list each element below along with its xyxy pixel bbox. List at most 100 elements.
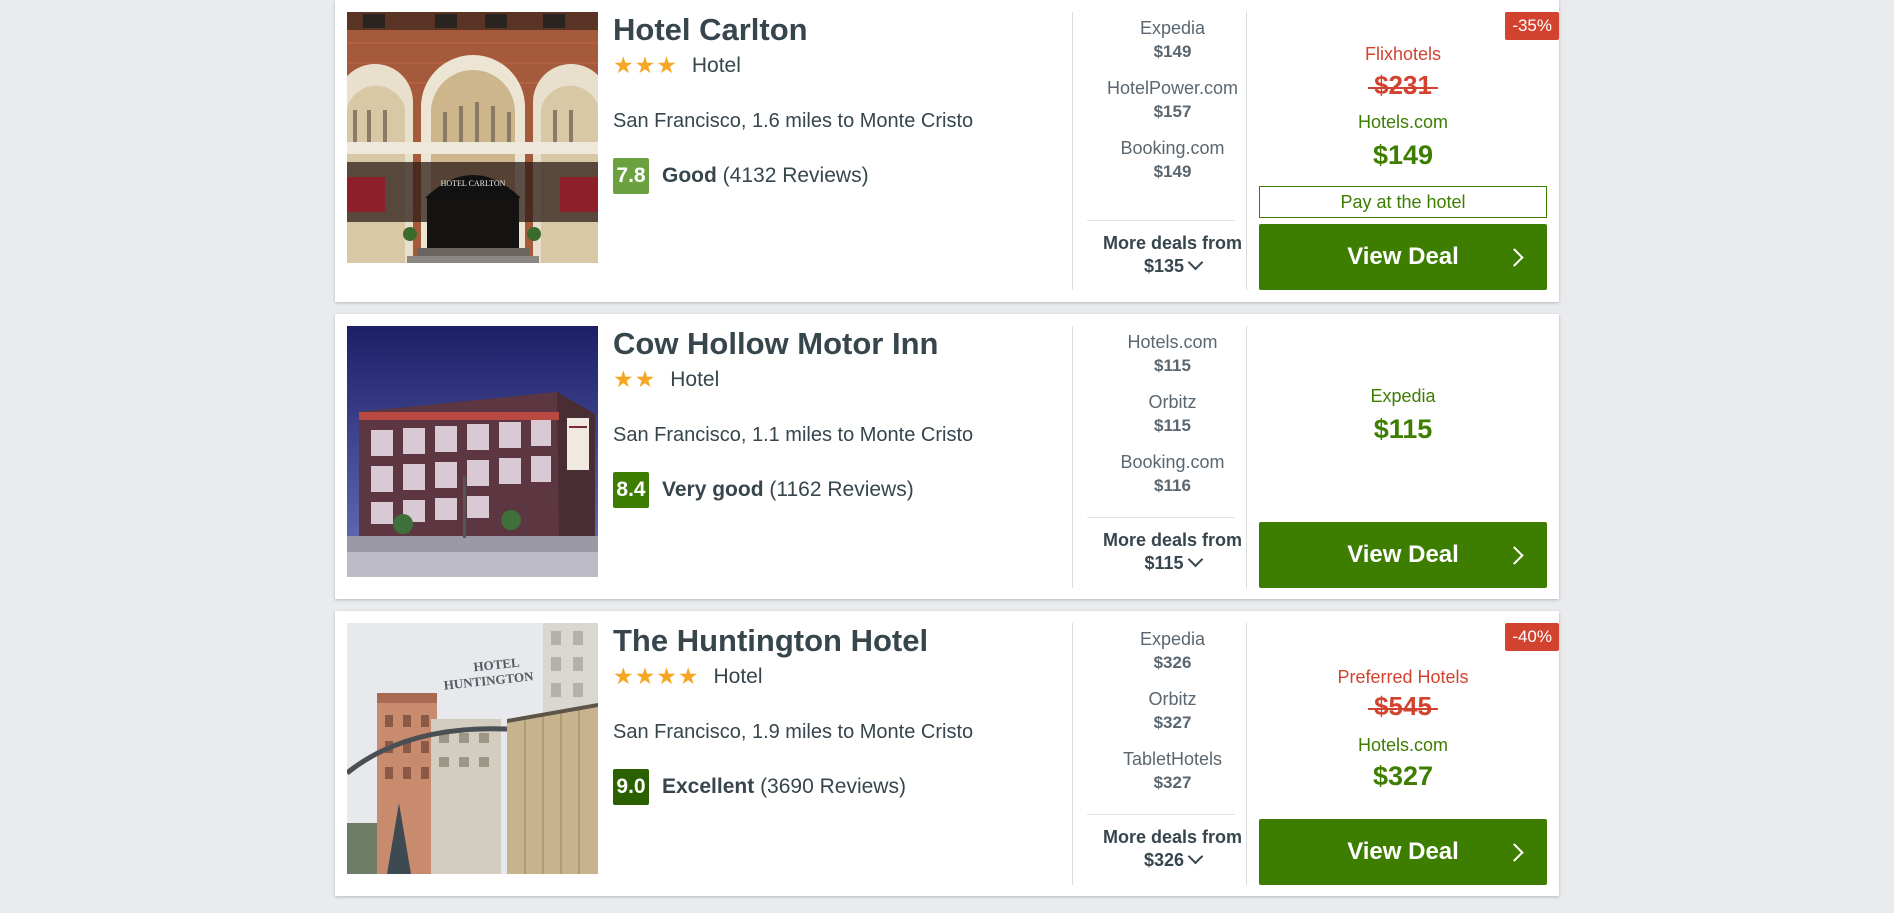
offer-item[interactable]: Orbitz $327	[1085, 689, 1260, 749]
hotel-rating[interactable]: 8.4 Very good (1162 Reviews)	[613, 472, 914, 508]
star-rating-icon: ★★★	[613, 52, 678, 78]
crossed-provider: Preferred Hotels	[1337, 667, 1469, 687]
more-deals-button[interactable]: More deals from $326	[1085, 826, 1260, 872]
huntington-photo: HOTEL HUNTINGTON	[347, 623, 598, 874]
hotel-type: Hotel	[713, 664, 763, 688]
view-deal-label: View Deal	[1347, 541, 1459, 568]
offer-provider: Booking.com	[1120, 452, 1225, 472]
offer-item[interactable]: Orbitz $115	[1085, 392, 1260, 452]
offer-item[interactable]: HotelPower.com $157	[1085, 78, 1260, 138]
offer-price: $115	[1154, 416, 1191, 435]
hotel-location[interactable]: San Francisco, 1.9 miles to Monte Cristo	[613, 721, 973, 744]
offer-item[interactable]: Hotels.com $115	[1085, 332, 1260, 392]
cow-hollow-photo	[347, 326, 598, 577]
hotel-location[interactable]: San Francisco, 1.1 miles to Monte Cristo	[613, 424, 973, 447]
offer-item[interactable]: Booking.com $116	[1085, 452, 1260, 512]
more-deals-button[interactable]: More deals from $115	[1085, 529, 1260, 575]
best-price: $149	[1372, 140, 1434, 170]
offer-price: $326	[1153, 653, 1192, 672]
chevron-down-icon	[1187, 551, 1203, 568]
hotel-type: Hotel	[670, 367, 720, 391]
discount-badge: -35%	[1505, 12, 1559, 40]
crossed-price-wrap: $231	[1259, 70, 1547, 101]
best-provider: Expedia	[1370, 386, 1436, 406]
column-divider	[1246, 326, 1247, 588]
hotel-info: Cow Hollow Motor Inn ★★ Hotel San Franci…	[613, 314, 1073, 616]
more-deals-label: More deals from	[1102, 530, 1243, 550]
rating-label: Very good	[662, 478, 764, 501]
hotel-class: ★★★ Hotel	[613, 52, 741, 79]
column-divider	[1246, 623, 1247, 885]
best-deal: -35% Flixhotels $231 Hotels.com $149 Pay…	[1259, 0, 1559, 302]
hotel-rating[interactable]: 9.0 Excellent (3690 Reviews)	[613, 769, 906, 805]
crossed-price: $231	[1368, 70, 1438, 101]
offer-price: $115	[1154, 356, 1191, 375]
rating-text: Very good (1162 Reviews)	[662, 478, 914, 502]
view-deal-label: View Deal	[1347, 243, 1459, 270]
review-count: (3690 Reviews)	[760, 775, 906, 798]
view-deal-button[interactable]: View Deal	[1259, 522, 1547, 588]
offer-price: $149	[1153, 42, 1192, 61]
crossed-provider: Flixhotels	[1364, 44, 1442, 64]
offer-price: $149	[1153, 162, 1192, 181]
best-price: $115	[1373, 414, 1433, 444]
rating-text: Excellent (3690 Reviews)	[662, 775, 906, 799]
hotel-card: Cow Hollow Motor Inn ★★ Hotel San Franci…	[335, 314, 1559, 599]
hotel-photo[interactable]: HOTEL HUNTINGTON	[347, 623, 598, 874]
view-deal-label: View Deal	[1347, 838, 1459, 865]
view-deal-button[interactable]: View Deal	[1259, 224, 1547, 290]
column-divider	[1072, 12, 1073, 290]
crossed-price-wrap: $545	[1259, 691, 1547, 722]
hotel-name[interactable]: Hotel Carlton	[613, 12, 808, 48]
offer-provider: TabletHotels	[1122, 749, 1223, 769]
hotel-name[interactable]: Cow Hollow Motor Inn	[613, 326, 938, 362]
more-deals-label: More deals from	[1102, 827, 1243, 847]
hotel-type: Hotel	[691, 53, 741, 77]
hotel-name[interactable]: The Huntington Hotel	[613, 623, 928, 659]
hotel-photo[interactable]: HOTEL CARLTON	[347, 12, 598, 263]
offer-provider: Booking.com	[1120, 138, 1225, 158]
hotel-photo[interactable]	[347, 326, 598, 577]
more-deals-label: More deals from	[1102, 233, 1243, 253]
offer-item[interactable]: Expedia $326	[1085, 629, 1260, 689]
chevron-down-icon	[1187, 848, 1204, 865]
offer-item[interactable]: TabletHotels $327	[1085, 749, 1260, 809]
column-divider	[1072, 623, 1073, 885]
offer-provider: Expedia	[1139, 18, 1206, 38]
hotel-card: HOTEL HUNTINGTON The Huntington Hotel ★★…	[335, 611, 1559, 896]
offer-provider: Hotels.com	[1127, 332, 1218, 352]
best-price: $327	[1372, 761, 1434, 791]
view-deal-button[interactable]: View Deal	[1259, 819, 1547, 885]
hotel-carlton-photo: HOTEL CARLTON	[347, 12, 598, 263]
rating-label: Good	[662, 164, 717, 187]
chevron-down-icon	[1187, 254, 1204, 271]
offer-item[interactable]: Expedia $149	[1085, 18, 1260, 78]
best-provider: Hotels.com	[1357, 735, 1449, 755]
star-rating-icon: ★★	[613, 366, 657, 392]
offer-price: $116	[1154, 476, 1191, 495]
offers-separator	[1087, 814, 1235, 815]
offer-provider: Expedia	[1139, 629, 1206, 649]
hotel-location[interactable]: San Francisco, 1.6 miles to Monte Cristo	[613, 110, 973, 133]
offer-price: $327	[1153, 713, 1192, 732]
more-deals-button[interactable]: More deals from $135	[1085, 232, 1260, 278]
hotel-rating[interactable]: 7.8 Good (4132 Reviews)	[613, 158, 869, 194]
review-count: (4132 Reviews)	[722, 164, 869, 187]
discount-badge: -40%	[1505, 623, 1559, 651]
offer-provider: Orbitz	[1148, 392, 1197, 412]
hotel-class: ★★★★ Hotel	[613, 663, 763, 690]
best-deal: Expedia $115 View Deal	[1259, 314, 1547, 599]
rating-label: Excellent	[662, 775, 755, 798]
alternative-offers: Expedia $149 HotelPower.com $157 Booking…	[1085, 18, 1260, 198]
offer-item[interactable]: Booking.com $149	[1085, 138, 1260, 198]
hotel-card: HOTEL CARLTON Hotel Carlton ★★★ Hotel Sa…	[335, 0, 1559, 302]
more-deals-price: $135	[1143, 256, 1185, 276]
svg-text:HOTEL CARLTON: HOTEL CARLTON	[441, 179, 506, 188]
hotel-info: Hotel Carlton ★★★ Hotel San Francisco, 1…	[613, 0, 1073, 302]
hotel-class: ★★ Hotel	[613, 366, 719, 393]
offer-provider: HotelPower.com	[1106, 78, 1239, 98]
offer-price: $327	[1153, 773, 1192, 792]
column-divider	[1246, 12, 1247, 290]
rating-score-badge: 7.8	[613, 158, 649, 194]
review-count: (1162 Reviews)	[769, 478, 914, 501]
